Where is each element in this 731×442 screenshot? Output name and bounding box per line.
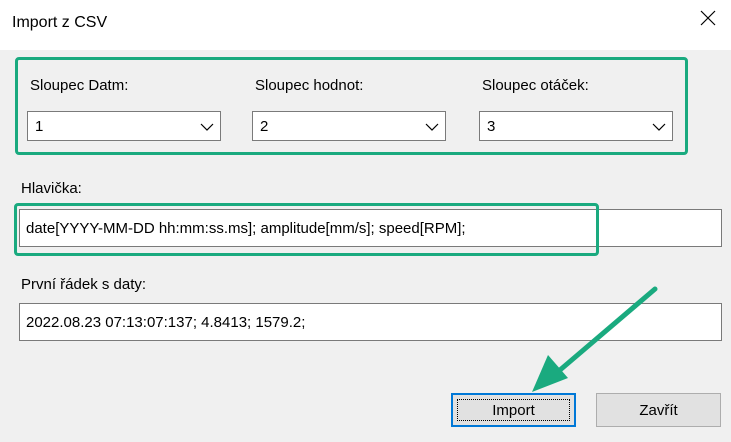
import-button[interactable]: Import [451, 393, 576, 427]
close-icon [700, 10, 716, 26]
header-field[interactable]: date[YYYY-MM-DD hh:mm:ss.ms]; amplitude[… [19, 209, 722, 247]
chevron-down-icon [425, 123, 439, 131]
first-row-field[interactable]: 2022.08.23 07:13:07:137; 4.8413; 1579.2; [19, 303, 722, 341]
header-value: date[YYYY-MM-DD hh:mm:ss.ms]; amplitude[… [26, 220, 466, 237]
title-bar: Import z CSV [0, 0, 731, 51]
import-csv-dialog: Import z CSV Sloupec Datm: 1 Sloupec hod… [0, 0, 731, 442]
close-window-button[interactable] [685, 0, 731, 36]
close-button[interactable]: Zavřít [596, 393, 721, 427]
first-row-value: 2022.08.23 07:13:07:137; 4.8413; 1579.2; [26, 314, 306, 331]
dialog-title: Import z CSV [12, 14, 108, 31]
close-button-label: Zavřít [639, 401, 678, 419]
chevron-down-icon [652, 123, 666, 131]
value-column-label: Sloupec hodnot: [255, 77, 364, 94]
date-column-label: Sloupec Datm: [30, 77, 129, 94]
value-column-value: 2 [260, 118, 269, 135]
value-column-select[interactable]: 2 [252, 111, 446, 141]
rpm-column-value: 3 [487, 118, 496, 135]
date-column-select[interactable]: 1 [27, 111, 221, 141]
focus-rectangle [457, 399, 570, 421]
rpm-column-label: Sloupec otáček: [482, 77, 589, 94]
rpm-column-select[interactable]: 3 [479, 111, 673, 141]
date-column-value: 1 [35, 118, 44, 135]
first-row-label: První řádek s daty: [21, 276, 147, 293]
header-label: Hlavička: [21, 180, 82, 197]
chevron-down-icon [200, 123, 214, 131]
